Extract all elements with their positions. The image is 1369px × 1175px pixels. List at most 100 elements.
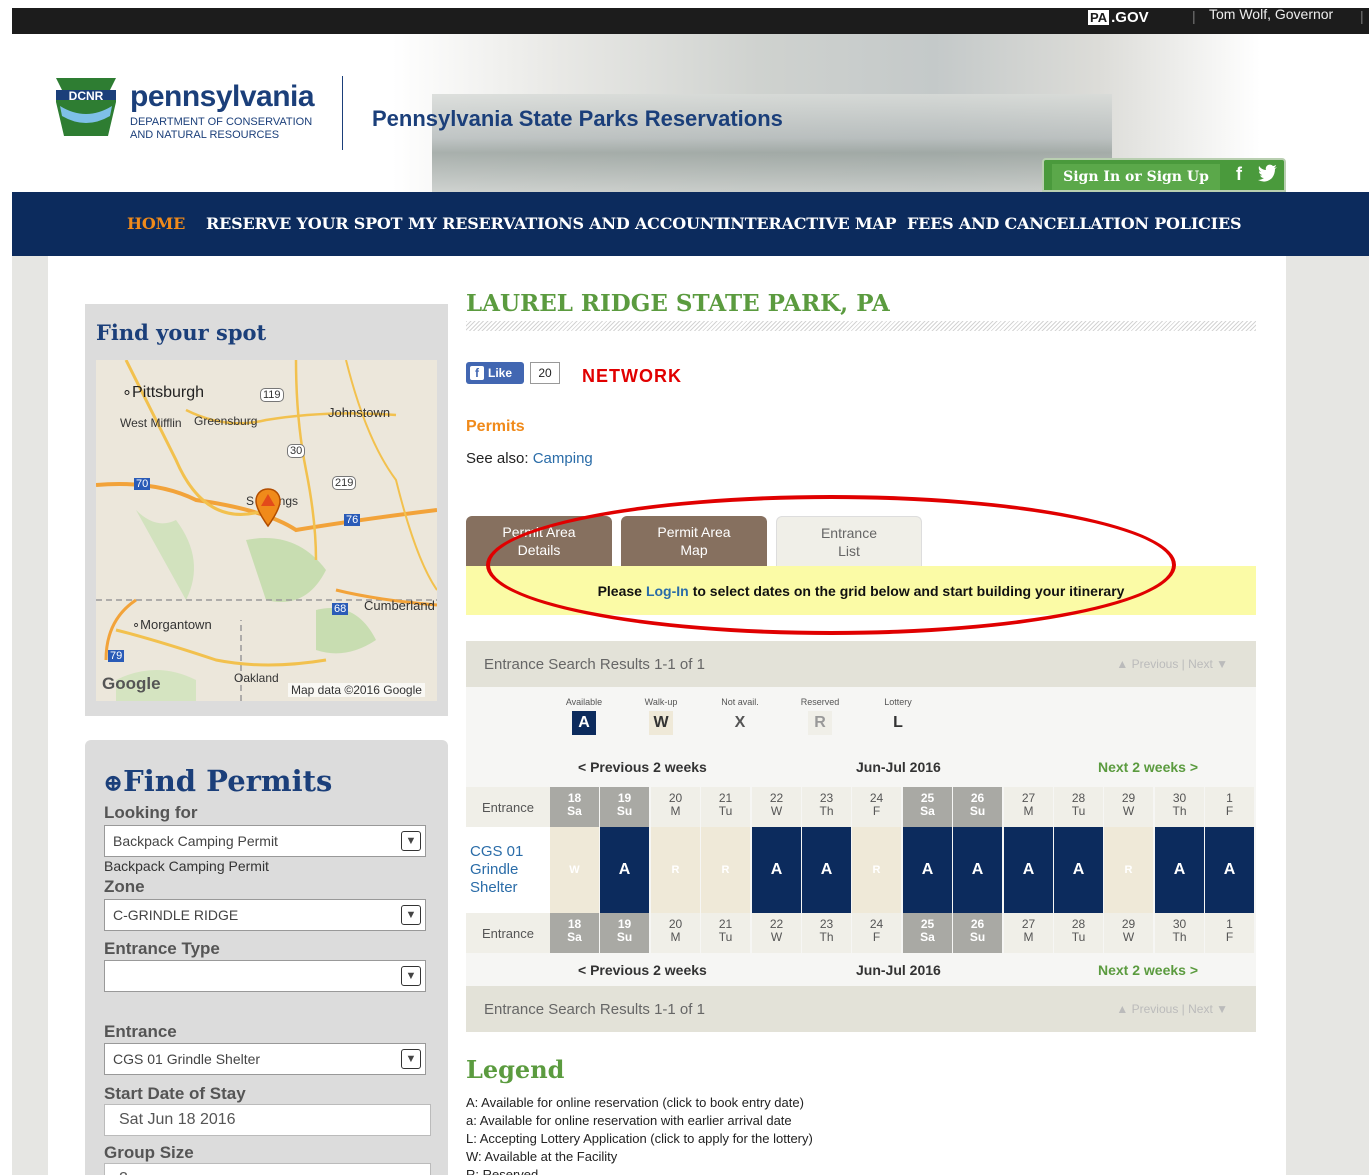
date-cell: 27 M [1004,913,1053,953]
logo-brand: pennsylvania [130,80,315,113]
nav-fees-policies[interactable]: FEES AND CANCELLATION POLICIES [907,214,1242,233]
nav-reserve-your-spot[interactable]: RESERVE YOUR SPOT [206,214,403,233]
key-lottery: Lottery L [868,697,928,735]
network-banner: NETWORK [582,366,682,386]
legend-item: A: Available for online reservation (cli… [466,1095,804,1110]
availability-cell[interactable]: A [752,827,801,913]
grid-nav-bottom: < Previous 2 weeks Jun-Jul 2016 Next 2 w… [466,962,1256,984]
key-caption: Lottery [884,697,912,707]
start-date-input[interactable]: Sat Jun 18 2016 [104,1104,431,1136]
grid-nav-top: < Previous 2 weeks Jun-Jul 2016 Next 2 w… [466,759,1256,781]
results-pagination[interactable]: ▲ Previous | Next ▼ [1116,657,1228,671]
date-cell: 18 Sa [550,913,599,953]
logo-dept-line1: DEPARTMENT OF CONSERVATION [130,116,313,128]
map-label-rt79: 79 [108,650,125,662]
availability-cell[interactable]: A [1205,827,1254,913]
entrance-select[interactable]: CGS 01 Grindle Shelter ▼ [104,1043,426,1075]
date-cell: 29 W [1104,913,1153,953]
group-size-input[interactable]: 2 [104,1163,431,1175]
gov-bar: PA .GOV | Tom Wolf, Governor | [12,6,1369,34]
nav-interactive-map[interactable]: INTERACTIVE MAP [723,214,897,233]
park-title: LAUREL RIDGE STATE PARK, PA [466,290,890,317]
chevron-down-icon: ▼ [401,966,421,986]
twitter-icon[interactable] [1258,164,1278,187]
map-label-rt30: 30 [287,444,306,458]
sign-in-button[interactable]: Sign In or Sign Up [1052,164,1220,190]
availability-cell[interactable]: A [1004,827,1053,913]
key-walk-up: Walk-up W [631,697,691,735]
zone-select[interactable]: C-GRINDLE RIDGE ▼ [104,899,426,931]
facebook-icon[interactable]: f [1236,164,1242,185]
availability-cell[interactable]: A [600,827,649,913]
facebook-icon: f [470,366,484,380]
results-count: Entrance Search Results 1-1 of 1 [484,655,705,673]
see-also: See also: Camping [466,450,593,467]
date-header-row: Entrance 18 Sa 19 Su 20 M 21 Tu 22 W 23 Th 24 F 25 Sa 26… [466,787,1256,827]
availability-cell[interactable]: A [1054,827,1103,913]
date-cell: 20 M [651,787,700,827]
legend-title: Legend [466,1055,565,1084]
logo-dept-line2: AND NATURAL RESOURCES [130,129,280,141]
looking-for-label: Looking for [104,803,198,822]
availability-cell: R [852,827,901,913]
date-cell: 19 Su [600,913,649,953]
map-label-pittsburgh: ∘Pittsburgh [122,384,205,401]
key-letter: W [649,711,673,735]
facebook-like-button[interactable]: f Like [466,362,524,384]
map-label-rt70: 70 [134,478,151,490]
area-map[interactable]: ∘Pittsburgh 119 Johnstown West Mifflin G… [96,360,437,701]
availability-cell[interactable]: A [953,827,1002,913]
chevron-down-icon: ▼ [401,1049,421,1069]
google-logo: Google [102,674,161,693]
date-cell: 28 Tu [1054,787,1103,827]
site-title[interactable]: Pennsylvania State Parks Reservations [372,106,783,132]
availability-cell[interactable]: A [903,827,952,913]
looking-for-select[interactable]: Backpack Camping Permit ▼ [104,825,426,857]
availability-cell[interactable]: A [802,827,851,913]
availability-cell: W [550,827,599,913]
camping-link[interactable]: Camping [533,450,593,467]
legend-item: a: Available for online reservation with… [466,1113,792,1128]
next-2-weeks-link[interactable]: Next 2 weeks > [1098,759,1198,775]
governor-link[interactable]: Tom Wolf, Governor [1209,6,1333,22]
nav-my-reservations[interactable]: MY RESERVATIONS AND ACCOUNT [408,214,726,233]
results-pagination[interactable]: ▲ Previous | Next ▼ [1116,1002,1228,1016]
entrance-type-select[interactable]: ▼ [104,960,426,992]
availability-cell: R [701,827,750,913]
map-marker-icon[interactable] [255,488,281,528]
logo-badge-text: DCNR [69,89,104,103]
map-label-johnstown: Johnstown [328,405,391,420]
date-cell: 20 M [651,913,700,953]
previous-2-weeks-link[interactable]: < Previous 2 weeks [578,962,707,978]
date-footer-row: Entrance 18 Sa 19 Su 20 M 21 Tu 22 W 23 Th 24 F 25 Sa 26… [466,913,1256,953]
site-header: DCNR pennsylvania DEPARTMENT OF CONSERVA… [12,34,1369,192]
next-2-weeks-link[interactable]: Next 2 weeks > [1098,962,1198,978]
date-cell: 29 W [1104,787,1153,827]
date-cell: 26 Su [953,787,1002,827]
looking-for-selected: Backpack Camping Permit [104,858,269,874]
availability-cell: R [1104,827,1153,913]
key-caption: Walk-up [644,697,678,707]
header-divider [342,76,343,150]
date-cell: 28 Tu [1054,913,1103,953]
dcnr-logo[interactable]: DCNR pennsylvania DEPARTMENT OF CONSERVA… [50,76,330,146]
date-cell: 22 W [752,913,801,953]
permits-heading: Permits [466,418,525,435]
map-label-rt119: 119 [260,388,284,402]
key-reserved: Reserved R [790,697,850,735]
looking-for-value: Backpack Camping Permit [113,833,278,849]
previous-2-weeks-link[interactable]: < Previous 2 weeks [578,759,707,775]
nav-home[interactable]: HOME [127,214,185,233]
zoom-plus-icon: ⊕ [103,768,124,797]
availability-cell[interactable]: A [1155,827,1204,913]
key-letter: R [808,711,832,735]
pa-gov-link[interactable]: PA .GOV [1088,8,1149,26]
date-cell: 18 Sa [550,787,599,827]
main-nav: HOME RESERVE YOUR SPOT MY RESERVATIONS A… [12,192,1369,256]
site-name-link[interactable]: CGS 01 Grindle Shelter [466,827,550,913]
legend-item: L: Accepting Lottery Application (click … [466,1131,813,1146]
map-attribution[interactable]: Map data ©2016 Google [288,683,425,697]
date-cell: 24 F [852,913,901,953]
date-cell: 23 Th [802,913,851,953]
entrance-value: CGS 01 Grindle Shelter [113,1051,261,1067]
